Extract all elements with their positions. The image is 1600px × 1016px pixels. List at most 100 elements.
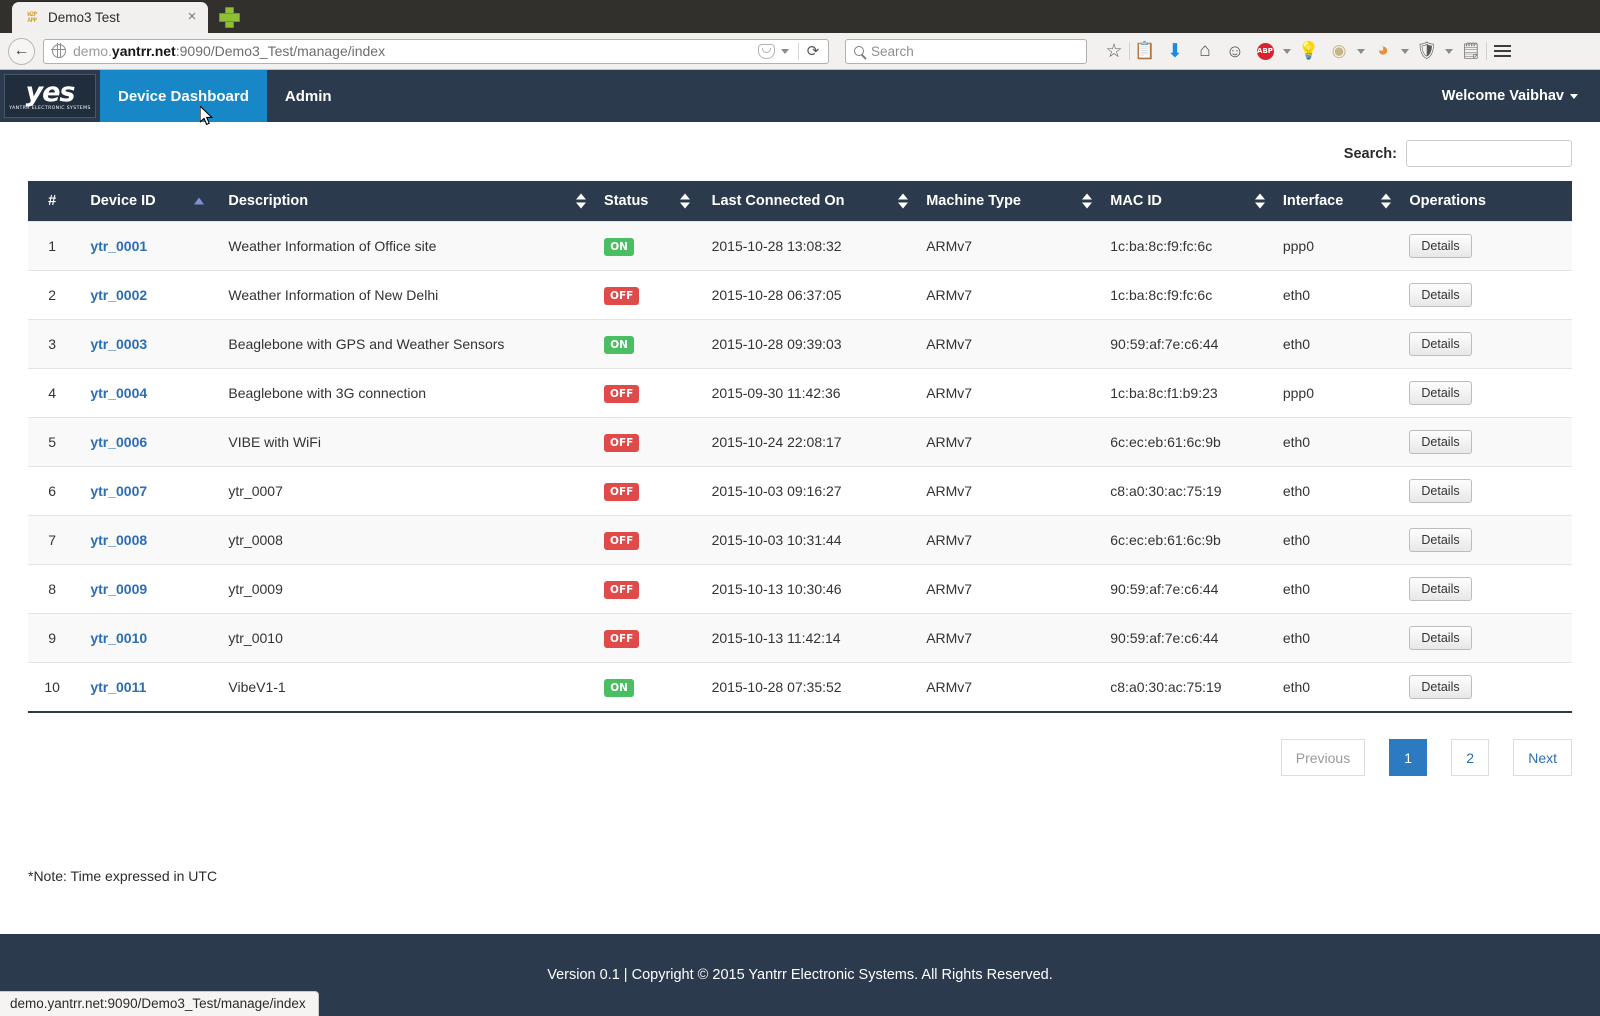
notepad-icon[interactable]: 🗒 <box>1456 37 1486 65</box>
sort-ascending-icon <box>194 197 205 205</box>
chevron-down-icon[interactable] <box>1354 37 1368 65</box>
status-cell: OFF <box>594 515 698 565</box>
column-header-mac-id[interactable]: MAC ID <box>1100 181 1273 222</box>
last-connected-cell: 2015-10-28 09:39:03 <box>697 319 917 369</box>
pagination-previous[interactable]: Previous <box>1280 739 1366 776</box>
rainbow-icon[interactable]: ◕ <box>1368 37 1398 65</box>
pagination-page-2[interactable]: 2 <box>1451 739 1490 776</box>
ghostery-icon[interactable]: ◉ <box>1324 37 1354 65</box>
menu-hamburger-icon[interactable] <box>1487 37 1517 65</box>
back-arrow-icon[interactable]: ← <box>8 37 35 65</box>
device-id-link[interactable]: ytr_0007 <box>90 483 147 499</box>
reader-list-icon[interactable]: 📋 <box>1130 37 1160 65</box>
pagination-next[interactable]: Next <box>1513 739 1572 776</box>
details-button[interactable]: Details <box>1409 283 1472 307</box>
downloads-icon[interactable]: ⬇ <box>1160 37 1190 65</box>
nav-item-admin[interactable]: Admin <box>267 70 350 122</box>
status-badge: OFF <box>604 482 640 501</box>
last-connected-cell: 2015-10-28 07:35:52 <box>697 662 917 711</box>
interface-cell: eth0 <box>1272 417 1400 467</box>
user-menu[interactable]: Welcome Vaibhav <box>1442 88 1578 104</box>
brand-logo[interactable]: yes YANTRR ELECTRONIC SYSTEMS <box>0 70 100 122</box>
column-header-interface[interactable]: Interface <box>1272 181 1400 222</box>
browser-search-box[interactable]: Search <box>845 38 1087 64</box>
toolbar-divider <box>798 42 799 60</box>
lightbulb-icon[interactable]: 💡 <box>1294 37 1324 65</box>
status-cell: OFF <box>594 613 698 663</box>
browser-toolbar-icons: ☆ 📋 ⬇ ⌂ ☺ ABP 💡 ◉ ◕ 🛡 🗒 <box>1099 37 1517 65</box>
operations-cell: Details <box>1399 613 1572 663</box>
description-cell: ytr_0008 <box>214 515 595 565</box>
row-index: 7 <box>28 515 77 565</box>
device-id-link[interactable]: ytr_0009 <box>90 581 147 597</box>
nav-item-device-dashboard[interactable]: Device Dashboard <box>100 70 267 122</box>
column-header-status[interactable]: Status <box>594 181 698 222</box>
reload-icon[interactable]: ⟳ <box>802 42 824 60</box>
column-header-machine-type[interactable]: Machine Type <box>916 181 1101 222</box>
details-button[interactable]: Details <box>1409 332 1472 356</box>
details-button[interactable]: Details <box>1409 430 1472 454</box>
interface-cell: eth0 <box>1272 466 1400 516</box>
chevron-down-icon[interactable] <box>1442 37 1456 65</box>
tab-favicon-icon: W2P APP <box>24 10 40 26</box>
details-button[interactable]: Details <box>1409 381 1472 405</box>
globe-icon <box>51 43 66 58</box>
browser-tab[interactable]: W2P APP Demo3 Test × <box>12 2 208 33</box>
device-id-link[interactable]: ytr_0001 <box>90 238 147 254</box>
page-root: W2P APP Demo3 Test × ← demo.yantrr.net:9… <box>0 0 1600 1016</box>
adblock-plus-icon[interactable]: ABP <box>1250 37 1280 65</box>
description-cell: Beaglebone with 3G connection <box>214 368 595 418</box>
details-button[interactable]: Details <box>1409 528 1472 552</box>
shield-icon[interactable]: 🛡 <box>1412 37 1442 65</box>
device-id-link[interactable]: ytr_0003 <box>90 336 147 352</box>
caret <box>1445 48 1453 54</box>
table-row: 2 ytr_0002 Weather Information of New Delh… <box>28 270 1572 320</box>
chevron-down-icon[interactable] <box>1398 37 1412 65</box>
device-id-link[interactable]: ytr_0008 <box>90 532 147 548</box>
table-row: 7 ytr_0008 ytr_0008 OFF 2015-10-03 10:31:44 A… <box>28 515 1572 565</box>
column-header-description[interactable]: Description <box>214 181 595 222</box>
device-id-cell: ytr_0010 <box>76 613 215 663</box>
status-badge: ON <box>604 678 635 697</box>
browser-chrome: W2P APP Demo3 Test × ← demo.yantrr.net:9… <box>0 0 1600 70</box>
operations-cell: Details <box>1399 221 1572 271</box>
last-connected-cell: 2015-10-28 13:08:32 <box>697 221 917 271</box>
mac-id-cell: c8:a0:30:ac:75:19 <box>1100 662 1273 711</box>
chevron-down-icon[interactable] <box>1280 37 1294 65</box>
address-bar[interactable]: demo.yantrr.net:9090/Demo3_Test/manage/i… <box>43 38 829 64</box>
machine-type-cell: ARMv7 <box>916 564 1101 614</box>
column-header-last-connected-on[interactable]: Last Connected On <box>697 181 917 222</box>
details-button[interactable]: Details <box>1409 626 1472 650</box>
details-button[interactable]: Details <box>1409 675 1472 699</box>
device-id-link[interactable]: ytr_0006 <box>90 434 147 450</box>
mac-id-cell: 90:59:af:7e:c6:44 <box>1100 319 1273 369</box>
pagination-page-1[interactable]: 1 <box>1389 739 1428 776</box>
device-id-link[interactable]: ytr_0011 <box>90 679 146 695</box>
home-icon[interactable]: ⌂ <box>1190 37 1220 65</box>
url-path: :9090/Demo3_Test/manage/index <box>175 43 386 59</box>
chevron-down-icon[interactable] <box>781 48 789 54</box>
table-body: 1 ytr_0001 Weather Information of Office s… <box>28 221 1572 711</box>
status-cell: OFF <box>594 417 698 467</box>
search-input[interactable] <box>1406 140 1572 167</box>
close-icon[interactable]: × <box>184 9 200 26</box>
device-id-link[interactable]: ytr_0002 <box>90 287 147 303</box>
hello-smiley-icon[interactable]: ☺ <box>1220 37 1250 65</box>
footer-text: Version 0.1 | Copyright © 2015 Yantrr El… <box>547 967 1053 983</box>
column-header-device-id[interactable]: Device ID <box>76 181 215 222</box>
pocket-save-icon[interactable] <box>758 43 775 59</box>
device-id-link[interactable]: ytr_0004 <box>90 385 147 401</box>
sort-both-icon <box>1381 193 1392 209</box>
status-badge: ON <box>604 335 635 354</box>
caret <box>1283 48 1291 54</box>
user-menu-label: Welcome Vaibhav <box>1441 88 1564 104</box>
status-badge: OFF <box>604 531 640 550</box>
new-tab-plus-icon[interactable] <box>218 6 240 28</box>
table-row: 8 ytr_0009 ytr_0009 OFF 2015-10-13 10:30:46 A… <box>28 564 1572 614</box>
description-cell: ytr_0007 <box>214 466 595 516</box>
details-button[interactable]: Details <box>1409 577 1472 601</box>
device-id-link[interactable]: ytr_0010 <box>90 630 147 646</box>
details-button[interactable]: Details <box>1409 479 1472 503</box>
details-button[interactable]: Details <box>1409 234 1472 258</box>
bookmark-star-icon[interactable]: ☆ <box>1099 37 1129 65</box>
